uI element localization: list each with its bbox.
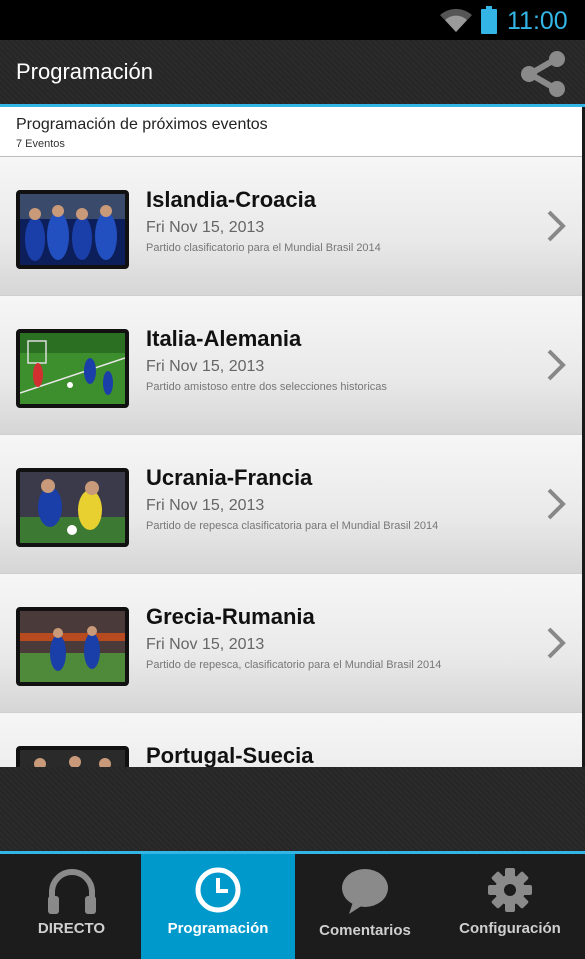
- battery-icon: [481, 6, 497, 34]
- bottom-tab-bar: DIRECTO Programación Comentarios Configu…: [0, 854, 585, 959]
- event-count: 7 Eventos: [16, 138, 65, 150]
- tab-label: DIRECTO: [37, 920, 106, 937]
- tab-configuracion[interactable]: Configuración: [435, 854, 585, 959]
- event-description: Partido de repesca, clasificatorio para …: [146, 659, 442, 671]
- event-thumbnail: [16, 190, 129, 269]
- wifi-icon: [440, 8, 472, 32]
- gear-icon: [488, 868, 532, 912]
- tab-label: Programación: [167, 920, 269, 937]
- event-title: Islandia-Croacia: [146, 187, 316, 212]
- list-header: Programación de próximos eventos 7 Event…: [0, 107, 582, 157]
- match-photo-image: [20, 750, 125, 767]
- tab-directo[interactable]: DIRECTO: [0, 854, 143, 959]
- status-bar: 11:00: [0, 0, 585, 40]
- event-date: Fri Nov 15, 2013: [146, 219, 265, 236]
- event-title: Italia-Alemania: [146, 326, 302, 351]
- event-date: Fri Nov 15, 2013: [146, 636, 265, 653]
- event-thumbnail: [16, 607, 129, 686]
- event-title: Grecia-Rumania: [146, 604, 315, 629]
- match-photo-image: [20, 472, 125, 543]
- empty-area: [0, 767, 585, 851]
- event-row-grecia-rumania[interactable]: Grecia-Rumania Fri Nov 15, 2013 Partido …: [0, 574, 582, 713]
- chevron-right-icon: [547, 627, 566, 659]
- event-thumbnail: [16, 329, 129, 408]
- headphones-icon: [47, 869, 96, 914]
- team-photo-image: [20, 194, 125, 265]
- event-list[interactable]: Islandia-Croacia Fri Nov 15, 2013 Partid…: [0, 157, 582, 767]
- speech-bubble-icon: [342, 869, 388, 914]
- tab-comentarios[interactable]: Comentarios: [295, 854, 435, 959]
- chevron-right-icon: [547, 488, 566, 520]
- event-title: Ucrania-Francia: [146, 465, 313, 490]
- event-description: Partido amistoso entre dos selecciones h…: [146, 381, 387, 393]
- event-date: Fri Nov 15, 2013: [146, 358, 265, 375]
- match-photo-image: [20, 333, 125, 404]
- event-description: Partido de repesca clasificatoria para e…: [146, 520, 439, 532]
- match-photo-image: [20, 611, 125, 682]
- event-title: Portugal-Suecia: [146, 743, 314, 767]
- event-row-ucrania-francia[interactable]: Ucrania-Francia Fri Nov 15, 2013 Partido…: [0, 435, 582, 574]
- tab-programacion[interactable]: Programación: [141, 854, 295, 959]
- action-bar: Programación: [0, 40, 585, 104]
- event-row-islandia-croacia[interactable]: Islandia-Croacia Fri Nov 15, 2013 Partid…: [0, 157, 582, 296]
- list-header-title: Programación de próximos eventos: [16, 116, 268, 133]
- event-thumbnail: [16, 468, 129, 547]
- clock-icon: [195, 867, 241, 913]
- share-icon[interactable]: [518, 50, 568, 98]
- event-row-portugal-suecia[interactable]: Portugal-Suecia: [0, 713, 582, 767]
- clock-time: 11:00: [507, 7, 568, 35]
- chevron-right-icon: [547, 210, 566, 242]
- tab-label: Configuración: [459, 920, 561, 937]
- chevron-right-icon: [547, 349, 566, 381]
- page-title: Programación: [16, 59, 153, 84]
- event-date: Fri Nov 15, 2013: [146, 497, 265, 514]
- tab-label: Comentarios: [319, 922, 411, 939]
- event-description: Partido clasificatorio para el Mundial B…: [146, 242, 381, 254]
- event-row-italia-alemania[interactable]: Italia-Alemania Fri Nov 15, 2013 Partido…: [0, 296, 582, 435]
- event-thumbnail: [16, 746, 129, 767]
